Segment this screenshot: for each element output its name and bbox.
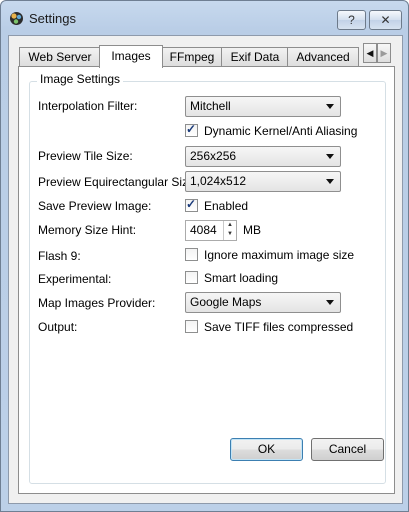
interpolation-filter-label: Interpolation Filter: (38, 99, 138, 113)
window-title: Settings (29, 11, 76, 26)
save-preview-enabled-label[interactable]: Enabled (204, 199, 248, 213)
map-images-provider-value: Google Maps (190, 295, 262, 309)
chevron-down-icon (326, 300, 334, 305)
save-tiff-compressed-checkbox[interactable] (185, 320, 198, 333)
group-title: Image Settings (37, 72, 124, 86)
tab-ffmpeg[interactable]: FFmpeg (161, 47, 223, 67)
ok-button[interactable]: OK (230, 438, 303, 461)
spin-up-icon[interactable]: ▲ (224, 221, 236, 230)
interpolation-filter-select[interactable]: Mitchell (185, 96, 341, 117)
memory-size-spinbox[interactable]: 4084 ▲ ▼ (185, 220, 237, 241)
preview-tile-size-value: 256x256 (190, 149, 237, 163)
save-preview-image-label: Save Preview Image: (38, 199, 152, 213)
cancel-button[interactable]: Cancel (311, 438, 384, 461)
memory-unit-label: MB (243, 223, 261, 237)
experimental-label: Experimental: (38, 272, 112, 286)
title-bar[interactable]: Settings ? ✕ (1, 1, 408, 35)
map-images-provider-select[interactable]: Google Maps (185, 292, 341, 313)
smart-loading-checkbox[interactable] (185, 271, 198, 284)
preview-equirectangular-size-value: 1,024x512 (190, 174, 247, 188)
spin-down-icon[interactable]: ▼ (224, 230, 236, 239)
preview-equirectangular-size-select[interactable]: 1,024x512 (185, 171, 341, 192)
map-images-provider-label: Map Images Provider: (38, 296, 156, 310)
preview-tile-size-label: Preview Tile Size: (38, 149, 133, 163)
dynamic-kernel-label[interactable]: Dynamic Kernel/Anti Aliasing (204, 124, 357, 138)
checkmark-icon: ✓ (186, 197, 197, 211)
tab-scroll-left-icon[interactable]: ◀ (363, 43, 377, 63)
close-button[interactable]: ✕ (369, 10, 402, 30)
settings-window: Settings ? ✕ Web Server Images FFmpeg Ex… (0, 0, 409, 512)
chevron-down-icon (326, 179, 334, 184)
preview-equirectangular-size-label: Preview Equirectangular Size: (38, 175, 199, 189)
output-label: Output: (38, 320, 78, 334)
tab-scroll-right-icon[interactable]: ▶ (377, 43, 391, 63)
save-tiff-compressed-label[interactable]: Save TIFF files compressed (204, 320, 353, 334)
tab-exif-data[interactable]: Exif Data (221, 47, 289, 67)
ignore-max-image-size-checkbox[interactable] (185, 248, 198, 261)
tab-images[interactable]: Images (99, 45, 163, 68)
memory-size-hint-label: Memory Size Hint: (38, 223, 137, 237)
dynamic-kernel-checkbox[interactable]: ✓ (185, 122, 198, 137)
checkmark-icon: ✓ (186, 122, 197, 136)
flash-9-label: Flash 9: (38, 249, 81, 263)
chevron-down-icon (326, 104, 334, 109)
save-preview-image-checkbox[interactable]: ✓ (185, 197, 198, 212)
memory-size-value: 4084 (190, 223, 217, 237)
smart-loading-label[interactable]: Smart loading (204, 271, 278, 285)
ignore-max-image-size-label[interactable]: Ignore maximum image size (204, 248, 354, 262)
preview-tile-size-select[interactable]: 256x256 (185, 146, 341, 167)
chevron-down-icon (326, 154, 334, 159)
interpolation-filter-value: Mitchell (190, 99, 231, 113)
spin-buttons: ▲ ▼ (223, 221, 236, 240)
tab-web-server[interactable]: Web Server (19, 47, 101, 67)
app-logo-icon (10, 12, 23, 25)
help-button[interactable]: ? (337, 10, 366, 30)
tab-advanced[interactable]: Advanced (287, 47, 359, 67)
